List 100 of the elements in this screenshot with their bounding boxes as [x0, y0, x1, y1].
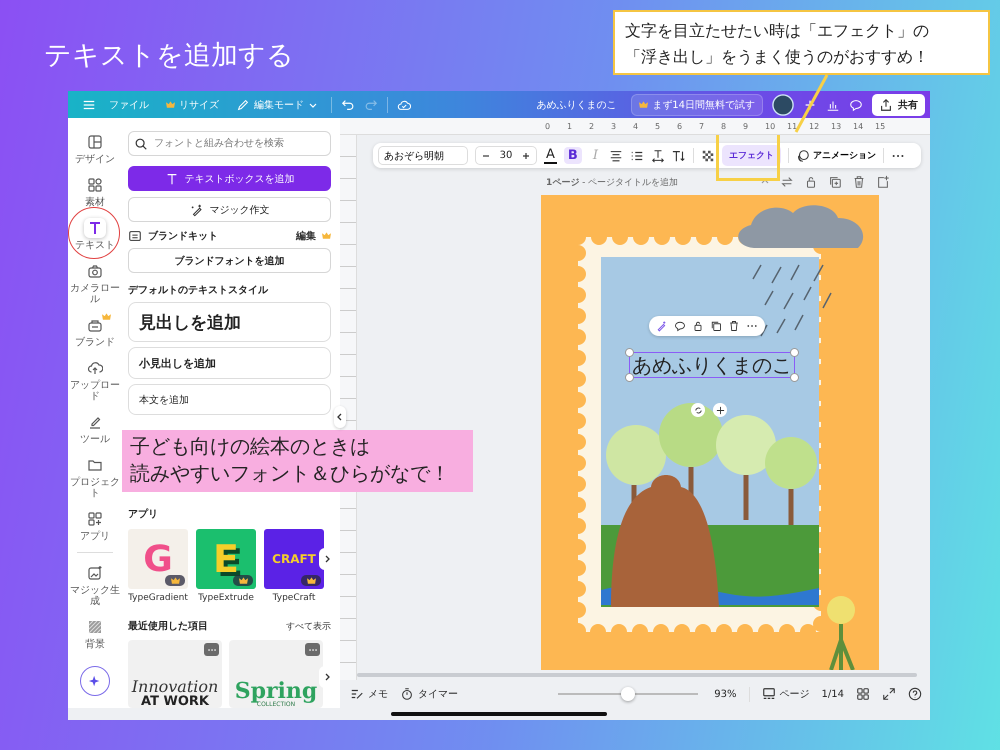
expand-icon[interactable] [882, 687, 896, 701]
upload-icon [879, 98, 893, 112]
ruler-number: 4 [633, 122, 640, 130]
template-thumbnail[interactable]: Innovation AT WORK [128, 640, 222, 708]
font-dropdown[interactable]: あおぞら明朝 [378, 146, 468, 165]
crown-badge [233, 575, 253, 586]
swap-icon[interactable] [780, 175, 794, 189]
page-counter: 1/14 [822, 688, 844, 700]
magic-button[interactable] [80, 666, 110, 696]
text-style-button[interactable]: 小見出しを追加 [128, 347, 331, 379]
text-size-icon[interactable] [672, 148, 686, 162]
crown-icon [639, 100, 648, 108]
comment-plus-icon[interactable] [674, 320, 686, 332]
font-size-value: 30 [500, 150, 512, 161]
edit-link[interactable]: 編集 [296, 229, 316, 243]
thumbnail-text: Innovation [132, 679, 218, 695]
stopwatch-icon [400, 687, 414, 701]
pages-button[interactable]: ページ [762, 687, 810, 701]
ruler-number: 10 [765, 122, 776, 130]
plus-icon[interactable] [521, 150, 532, 160]
ruler-number: 2 [589, 122, 596, 130]
bold-button[interactable]: B [564, 147, 582, 164]
crown-icon [166, 100, 175, 108]
ruler-number: 8 [721, 122, 728, 130]
sidebar-item[interactable]: マジック生成 [69, 559, 121, 611]
search-icon [134, 137, 148, 151]
magic-write-button[interactable]: マジック作文 [128, 197, 331, 222]
notes-button[interactable]: メモ [350, 687, 388, 701]
collapse-handle[interactable] [334, 406, 346, 428]
animation-button[interactable]: アニメーション [796, 148, 876, 162]
align-center-icon[interactable] [608, 148, 623, 162]
sidebar-item[interactable]: 素材 [69, 171, 121, 212]
lock-icon[interactable] [692, 320, 704, 332]
more-button[interactable] [204, 643, 219, 656]
app-name: TypeGradient [128, 593, 188, 603]
cloud-upload-icon [87, 360, 103, 376]
font-size-field[interactable]: 30 [475, 146, 537, 165]
ruler-number: 11 [787, 122, 798, 130]
help-icon[interactable] [908, 687, 922, 701]
slider-thumb[interactable] [621, 687, 636, 701]
grid-icon[interactable] [856, 687, 870, 701]
sidebar-item[interactable]: アップロード [69, 354, 121, 406]
sidebar-item[interactable]: プロジェクト [69, 451, 121, 503]
avatar[interactable] [772, 94, 794, 116]
tile-lettering: E [213, 537, 239, 581]
comment-icon[interactable] [849, 98, 863, 112]
layout-icon [87, 134, 103, 150]
trash-icon[interactable] [728, 320, 740, 332]
thumbnail-text: Spring [234, 680, 318, 702]
circles-icon [796, 148, 810, 162]
sidebar-item[interactable]: アプリ [69, 505, 121, 546]
text-color-button[interactable]: A [544, 147, 557, 164]
move-icon [716, 406, 724, 414]
magic-pen-icon[interactable] [656, 320, 668, 332]
tile-lettering: G [143, 538, 173, 580]
magic-pen-icon [190, 202, 204, 216]
note-text: 子ども向けの絵本のときは [130, 433, 370, 460]
sidebar-item[interactable]: カメラロール [69, 257, 121, 309]
ruler-number: 15 [875, 122, 886, 130]
ruler-number: 14 [853, 122, 864, 130]
ruler-number: 13 [831, 122, 842, 130]
app-name: TypeCraft [272, 593, 316, 603]
page-heading: テキストを追加する [43, 39, 294, 73]
add-brand-font-button[interactable]: ブランドフォントを追加 [128, 248, 331, 273]
search-field[interactable]: フォントと組み合わせを検索 [128, 131, 331, 156]
app-tile[interactable]: CRAFT [264, 529, 324, 589]
image-sparkle-icon [87, 565, 103, 581]
trial-button[interactable]: まず14日間無料で試す [631, 94, 763, 116]
undo-icon[interactable] [341, 98, 355, 112]
spacing-icon[interactable] [650, 148, 665, 162]
ruler-number: 9 [743, 122, 750, 130]
text-style-button[interactable]: 見出しを追加 [128, 302, 331, 342]
ruler-number: 3 [611, 122, 618, 130]
more-button[interactable] [305, 643, 320, 656]
sidebar-item[interactable]: ツール [69, 408, 121, 449]
callout-text: 「浮き出し」をうまく使うのがおすすめ！ [625, 46, 929, 68]
duplicate-icon[interactable] [710, 320, 722, 332]
sidebar-item[interactable]: ブランド [69, 311, 121, 352]
text-style-button[interactable]: 本文を追加 [128, 384, 331, 415]
sidebar-item[interactable]: デザイン [69, 128, 121, 169]
sidebar-item[interactable]: テキスト [69, 214, 121, 255]
ruler-number: 7 [699, 122, 706, 130]
see-all-link[interactable]: すべて表示 [286, 620, 331, 633]
pattern-icon [87, 619, 103, 635]
sidebar-item[interactable]: 背景 [69, 613, 121, 654]
shapes-icon [87, 177, 103, 193]
notes-icon [350, 687, 364, 701]
section-title: デフォルトのテキストスタイル [128, 284, 270, 297]
share-button[interactable]: 共有 [872, 94, 925, 116]
transparency-icon[interactable] [700, 148, 715, 162]
scroll-bar[interactable] [357, 673, 917, 677]
effects-button[interactable]: エフェクト [722, 145, 781, 166]
timer-button[interactable]: タイマー [400, 687, 458, 701]
page-title[interactable]: 1ページ - ページタイトルを追加 [546, 176, 678, 188]
highlight-circle [68, 207, 120, 259]
document-title[interactable]: あめふりくまのこ [530, 98, 622, 112]
apps-icon [87, 511, 103, 527]
add-page-icon[interactable] [876, 175, 890, 189]
plus-icon[interactable] [803, 98, 817, 112]
add-textbox-button[interactable]: テキストボックスを追加 [128, 166, 331, 191]
